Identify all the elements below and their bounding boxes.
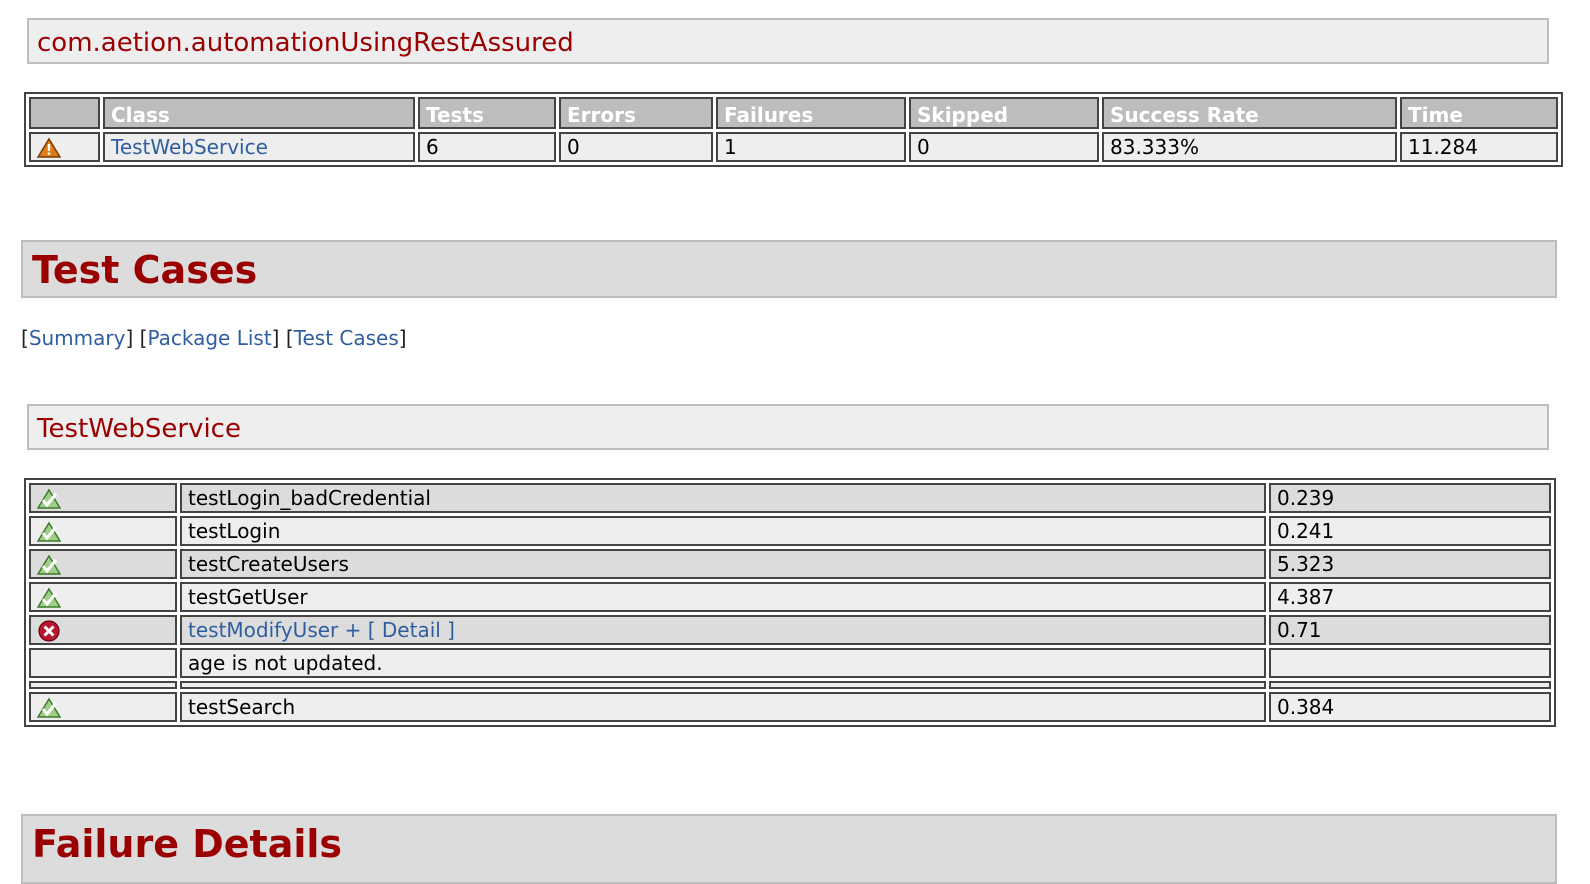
- column-header-status: [29, 97, 100, 129]
- column-header-class: Class: [103, 97, 415, 129]
- column-header-failures: Failures: [716, 97, 906, 129]
- status-cell: [29, 516, 177, 546]
- pass-icon: [37, 521, 61, 543]
- errors-count: 0: [559, 132, 713, 162]
- pass-icon: [37, 697, 61, 719]
- failures-count: 1: [716, 132, 906, 162]
- nav-link-test-cases[interactable]: Test Cases: [294, 326, 399, 350]
- skipped-count: 0: [909, 132, 1099, 162]
- status-cell: [29, 132, 100, 162]
- class-title: TestWebService: [27, 404, 1549, 450]
- table-header-row: Class Tests Errors Failures Skipped Succ…: [29, 97, 1558, 129]
- column-header-time: Time: [1400, 97, 1558, 129]
- test-name-link[interactable]: testModifyUser: [188, 618, 338, 642]
- class-link-cell: TestWebService: [103, 132, 415, 162]
- pass-icon: [37, 554, 61, 576]
- package-title: com.aetion.automationUsingRestAssured: [27, 18, 1549, 64]
- failure-message: age is not updated.: [180, 648, 1266, 678]
- bracket: ]: [398, 326, 407, 350]
- tests-count: 6: [418, 132, 556, 162]
- spacer-cell: [1269, 681, 1551, 689]
- status-cell: [29, 615, 177, 645]
- table-row: testSearch 0.384: [29, 692, 1551, 722]
- spacer-cell: [180, 681, 1266, 689]
- pass-icon: [37, 587, 61, 609]
- test-time: 0.239: [1269, 483, 1551, 513]
- nav-link-summary[interactable]: Summary: [29, 326, 126, 350]
- detail-toggle-link[interactable]: + [ Detail ]: [338, 618, 455, 642]
- bracket: [: [279, 326, 294, 350]
- nav-links: [Summary] [Package List] [Test Cases]: [21, 326, 407, 350]
- test-name: testLogin_badCredential: [180, 483, 1266, 513]
- nav-link-package-list[interactable]: Package List: [147, 326, 271, 350]
- fail-icon: [37, 620, 61, 642]
- test-name-cell: testModifyUser + [ Detail ]: [180, 615, 1266, 645]
- section-heading-test-cases: Test Cases: [21, 240, 1557, 298]
- table-row: testLogin_badCredential 0.239: [29, 483, 1551, 513]
- table-row: testGetUser 4.387: [29, 582, 1551, 612]
- bracket: [: [133, 326, 148, 350]
- spacer-row: [29, 681, 1551, 689]
- table-row: testCreateUsers 5.323: [29, 549, 1551, 579]
- column-header-success-rate: Success Rate: [1102, 97, 1397, 129]
- status-cell: [29, 692, 177, 722]
- pass-icon: [37, 488, 61, 510]
- test-time: [1269, 648, 1551, 678]
- class-link[interactable]: TestWebService: [111, 135, 268, 159]
- success-rate: 83.333%: [1102, 132, 1397, 162]
- class-summary-table: Class Tests Errors Failures Skipped Succ…: [24, 92, 1563, 167]
- test-cases-table: testLogin_badCredential 0.239 testLogin …: [24, 478, 1556, 727]
- column-header-skipped: Skipped: [909, 97, 1099, 129]
- test-time: 0.384: [1269, 692, 1551, 722]
- test-time: 5.323: [1269, 549, 1551, 579]
- section-heading-failure-details: Failure Details: [21, 814, 1557, 884]
- bracket: [: [21, 326, 29, 350]
- test-name: testGetUser: [180, 582, 1266, 612]
- column-header-errors: Errors: [559, 97, 713, 129]
- failure-message-row: age is not updated.: [29, 648, 1551, 678]
- status-cell: [29, 549, 177, 579]
- warning-icon: [37, 137, 61, 159]
- status-cell: [29, 648, 177, 678]
- table-row: TestWebService 6 0 1 0 83.333% 11.284: [29, 132, 1558, 162]
- spacer-cell: [29, 681, 177, 689]
- status-cell: [29, 582, 177, 612]
- table-row: testModifyUser + [ Detail ] 0.71: [29, 615, 1551, 645]
- table-row: testLogin 0.241: [29, 516, 1551, 546]
- test-time: 4.387: [1269, 582, 1551, 612]
- column-header-tests: Tests: [418, 97, 556, 129]
- test-time: 0.241: [1269, 516, 1551, 546]
- test-name: testSearch: [180, 692, 1266, 722]
- test-name: testLogin: [180, 516, 1266, 546]
- time-value: 11.284: [1400, 132, 1558, 162]
- status-cell: [29, 483, 177, 513]
- test-name: testCreateUsers: [180, 549, 1266, 579]
- test-time: 0.71: [1269, 615, 1551, 645]
